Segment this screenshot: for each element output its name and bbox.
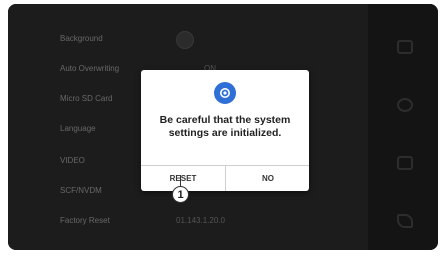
reset-confirm-dialog: Be careful that the system settings are …: [141, 70, 309, 191]
gear-icon: [214, 82, 236, 104]
no-button[interactable]: NO: [226, 166, 310, 191]
dialog-message: Be careful that the system settings are …: [159, 114, 291, 139]
callout-number-badge: 1: [172, 186, 189, 203]
device-screen: Background Auto Overwriting ON Micro SD …: [8, 4, 438, 250]
